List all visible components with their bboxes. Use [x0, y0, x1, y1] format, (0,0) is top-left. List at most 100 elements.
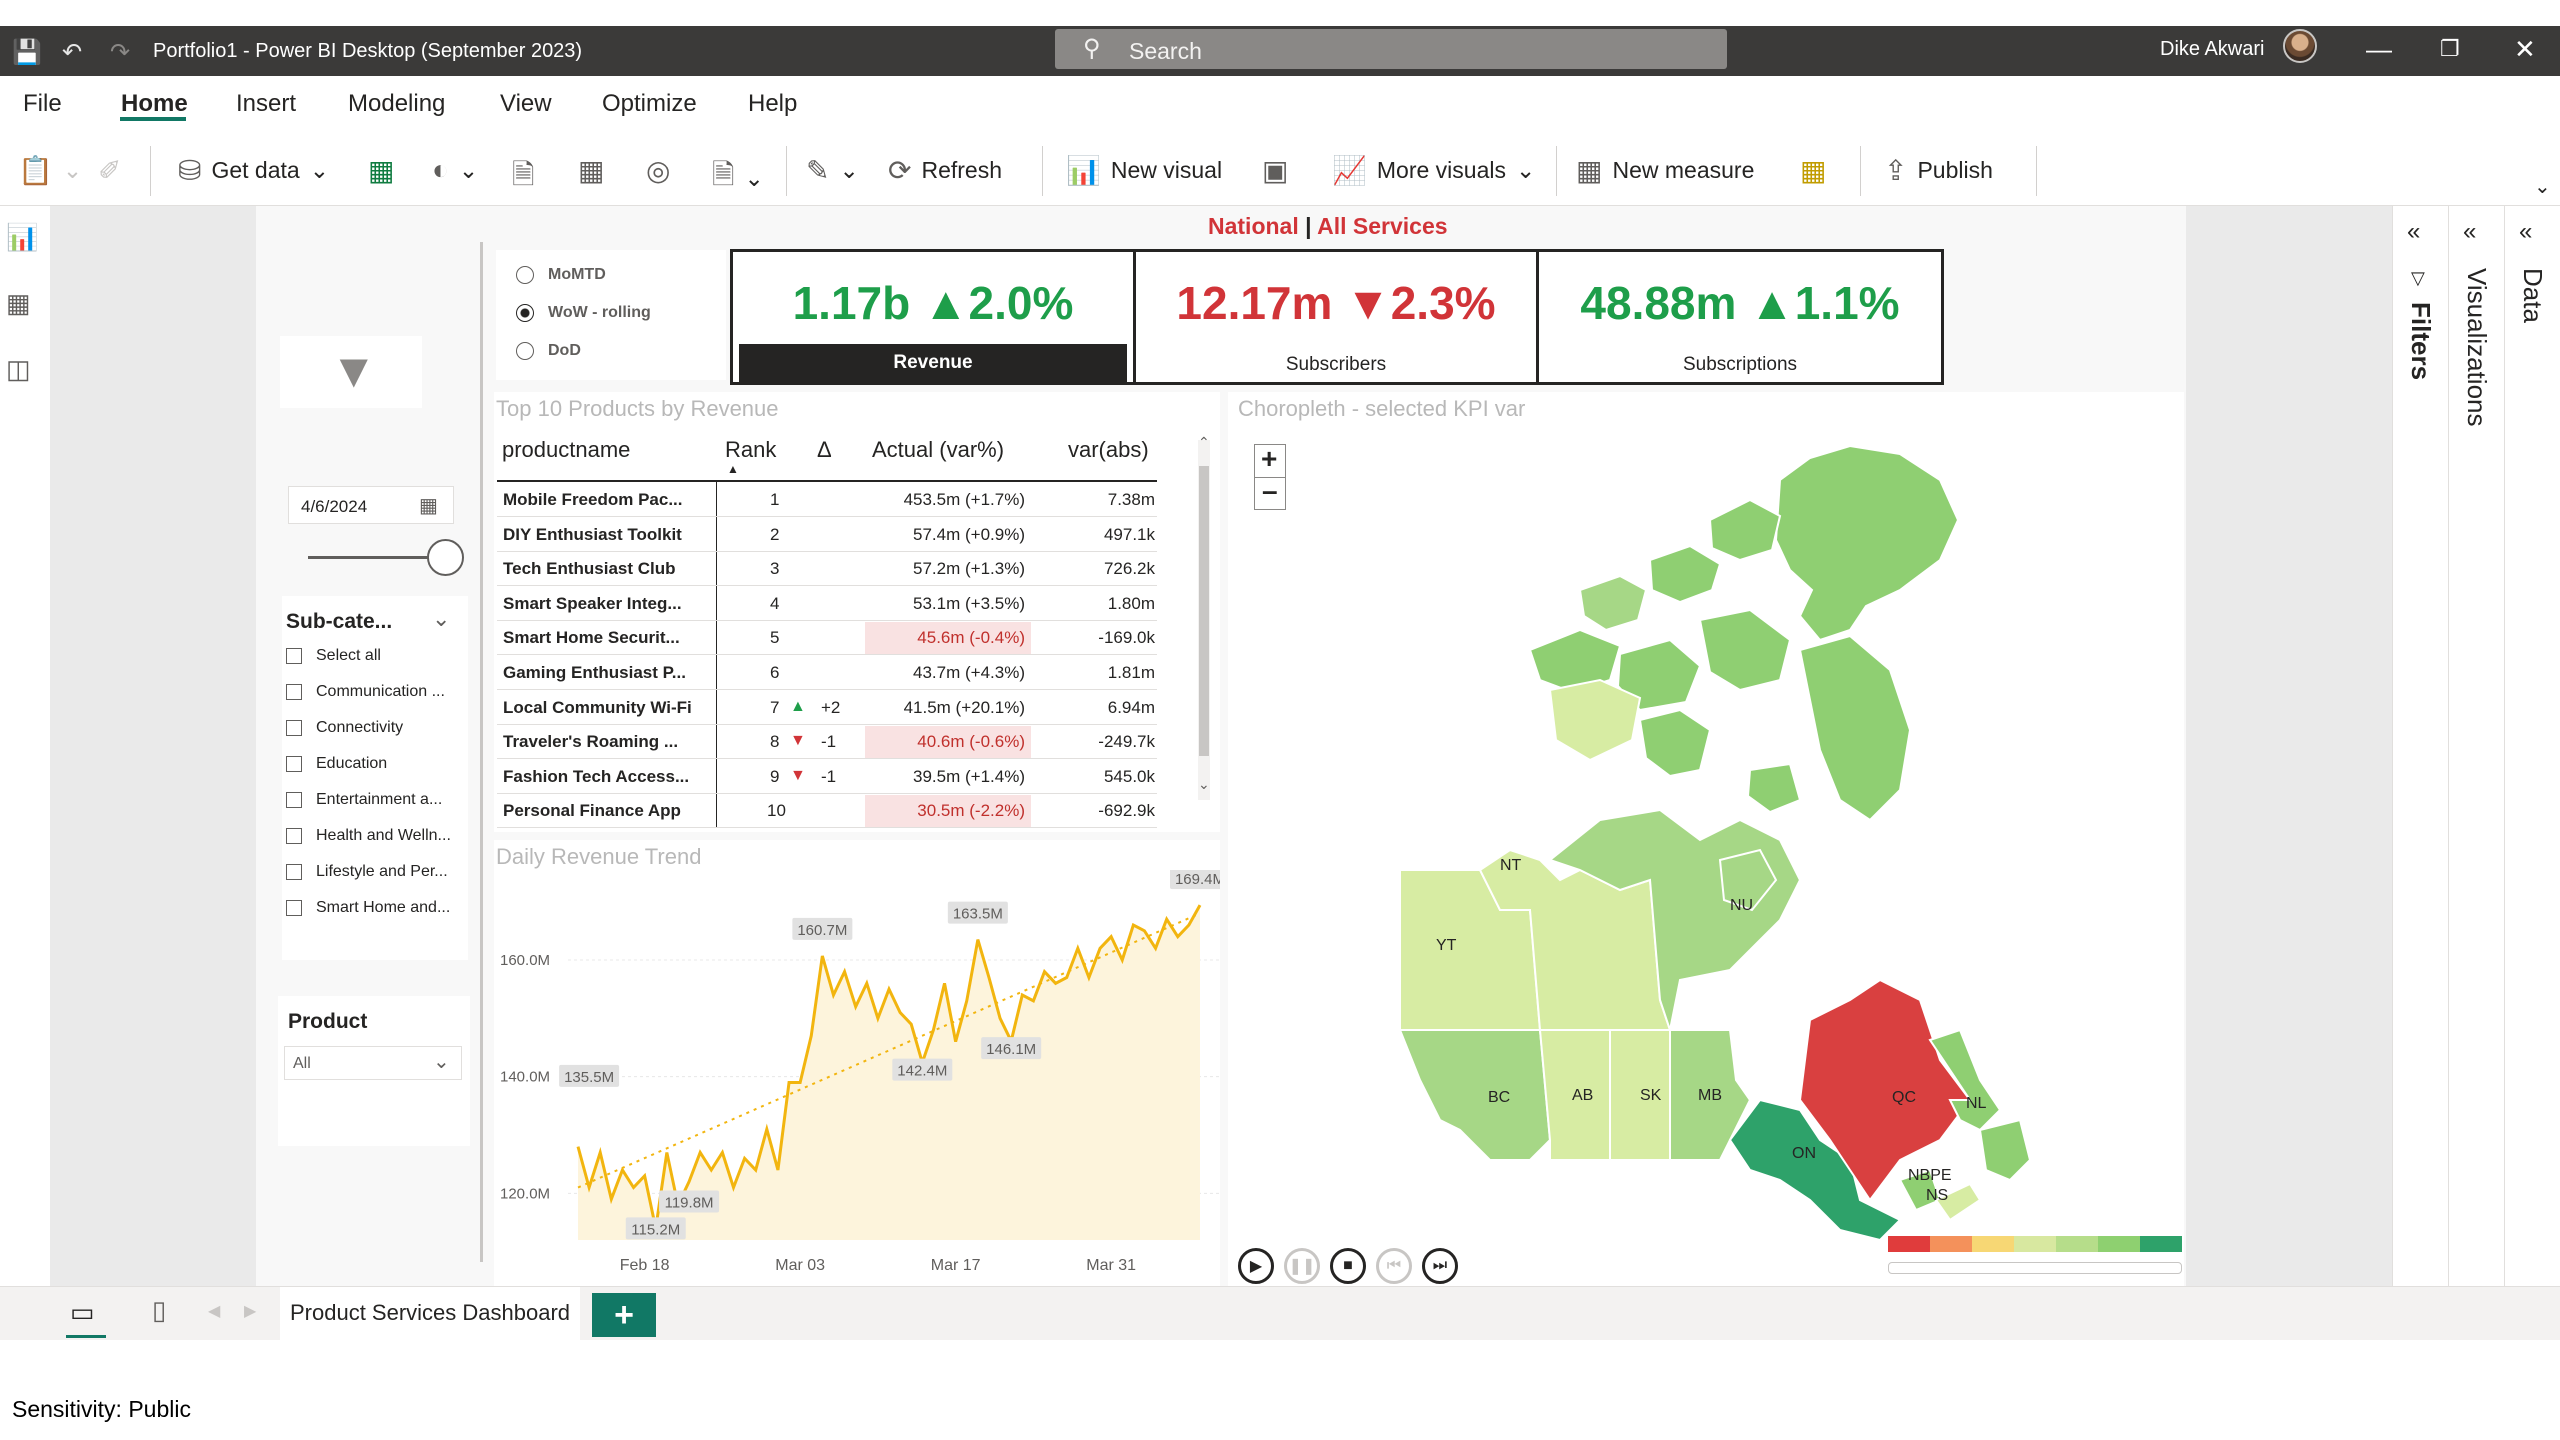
visualizations-pane[interactable]: « Visualizations [2448, 206, 2504, 1286]
table-row[interactable]: Traveler's Roaming ... 8 ▼ -1 40.6m (-0.6%) -… [497, 725, 1197, 760]
model-view-icon[interactable]: ◫ [6, 354, 31, 385]
expand-filters-icon[interactable]: « [2407, 218, 2420, 246]
date-slider-track[interactable] [308, 556, 438, 559]
subcategory-option[interactable]: Lifestyle and Per... [316, 863, 448, 881]
chevron-down-icon[interactable]: ⌄ [432, 606, 450, 632]
menu-home[interactable]: Home [121, 90, 188, 118]
menu-insert[interactable]: Insert [236, 90, 296, 118]
trend-chart[interactable]: 160.0M 140.0M 120.0M Feb 18 Mar 03 Mar 17 Mar … [494, 870, 1220, 1286]
menu-file[interactable]: File [23, 90, 62, 118]
format-painter-button[interactable]: ✐ [98, 154, 121, 187]
menu-help[interactable]: Help [748, 90, 797, 118]
radio-dod[interactable] [516, 342, 534, 360]
filters-pane[interactable]: « ▽ Filters [2392, 206, 2448, 1286]
filters-label[interactable]: Filters [2405, 302, 2436, 380]
menu-optimize[interactable]: Optimize [602, 90, 697, 118]
subcategory-option[interactable]: Connectivity [316, 719, 403, 737]
subcategory-option[interactable]: Education [316, 755, 387, 773]
add-page-button[interactable]: + [592, 1293, 656, 1337]
checkbox[interactable] [286, 648, 302, 664]
checkbox[interactable] [286, 900, 302, 916]
checkbox[interactable] [286, 720, 302, 736]
dataverse-button[interactable]: ◐ ⌄ [432, 154, 478, 186]
calendar-icon[interactable]: ▦ [419, 493, 438, 518]
page-prev-icon[interactable]: ◀ [208, 1301, 220, 1321]
kpi-card-subscribers[interactable]: 12.17m ▼2.3% Subscribers [1133, 249, 1539, 385]
paste-button[interactable]: 📋 ⌄ [18, 154, 82, 187]
table-row[interactable]: Gaming Enthusiast P... 6 43.7m (+4.3%) 1.81… [497, 656, 1197, 690]
quick-measure-button[interactable]: ▦ [1800, 154, 1826, 187]
page-next-icon[interactable]: ▶ [244, 1301, 256, 1321]
column-header[interactable]: Δ [817, 437, 832, 463]
column-header[interactable]: var(abs) [1068, 437, 1149, 463]
kpi-card-subscriptions[interactable]: 48.88m ▲1.1% Subscriptions [1536, 249, 1944, 385]
more-visuals-button[interactable]: 📈 More visuals ⌄ [1332, 154, 1535, 187]
report-view-icon[interactable]: 📊 [6, 222, 38, 253]
table-row[interactable]: Fashion Tech Access... 9 ▼ -1 39.5m (+1.4%) 5… [497, 760, 1197, 794]
date-slider-handle[interactable] [427, 539, 464, 576]
radio-label[interactable]: WoW - rolling [548, 304, 651, 322]
new-measure-button[interactable]: ▦ New measure [1576, 154, 1754, 187]
radio-label[interactable]: MoMTD [548, 266, 606, 284]
search-box[interactable]: ⚲ Search [1055, 29, 1727, 69]
scroll-down-icon[interactable]: ⌄ [1198, 776, 1210, 793]
text-box-button[interactable]: ▣ [1262, 154, 1288, 187]
checkbox[interactable] [286, 864, 302, 880]
redo-icon[interactable]: ↷ [110, 38, 130, 67]
subcategory-option[interactable]: Entertainment a... [316, 791, 442, 809]
table-scrollbar[interactable] [1198, 440, 1210, 800]
kpi-card-revenue[interactable]: 1.17b ▲2.0% Revenue [730, 249, 1136, 385]
publish-button[interactable]: ⇪ Publish [1884, 154, 1993, 187]
data-label[interactable]: Data [2517, 268, 2548, 323]
save-icon[interactable]: 💾 [12, 38, 42, 67]
radio-momtd[interactable] [516, 266, 534, 284]
pause-button[interactable]: ❚❚ [1284, 1248, 1320, 1284]
checkbox[interactable] [286, 828, 302, 844]
excel-button[interactable]: ▦ [368, 154, 394, 187]
visualizations-label[interactable]: Visualizations [2461, 268, 2492, 427]
stop-button[interactable]: ■ [1330, 1248, 1366, 1284]
scroll-up-icon[interactable]: ⌃ [1198, 434, 1210, 451]
column-header[interactable]: productname [502, 437, 630, 463]
column-header[interactable]: Actual (var%) [872, 437, 1004, 463]
legend-range-slider[interactable] [1888, 1262, 2182, 1274]
recent-sources-button[interactable]: ◎ [646, 154, 670, 187]
table-row[interactable]: Personal Finance App 10 30.5m (-2.2%) -692.… [497, 794, 1197, 829]
new-visual-button[interactable]: 📊 New visual [1066, 154, 1222, 187]
mobile-layout-icon[interactable]: ▯ [152, 1295, 166, 1326]
filter-button[interactable]: ▼ [280, 336, 422, 408]
table-row[interactable]: Mobile Freedom Pac... 1 453.5m (+1.7%) 7.38… [497, 483, 1197, 517]
avatar[interactable] [2283, 29, 2317, 63]
checkbox[interactable] [286, 684, 302, 700]
table-row[interactable]: Smart Home Securit... 5 45.6m (-0.4%) -169.… [497, 621, 1197, 656]
restore-icon[interactable]: ❐ [2440, 36, 2460, 62]
table-view-icon[interactable]: ▦ [6, 288, 31, 319]
subcategory-option[interactable]: Smart Home and... [316, 899, 450, 917]
table-row[interactable]: DIY Enthusiast Toolkit 2 57.4m (+0.9%) 497.… [497, 518, 1197, 552]
refresh-button[interactable]: ⟳ Refresh [888, 154, 1002, 187]
enter-data-button[interactable]: ▦ [578, 154, 604, 187]
table-row[interactable]: Local Community Wi-Fi 7 ▲ +2 41.5m (+20.1%) 6… [497, 691, 1197, 725]
sql-button[interactable]: 🗎 [512, 154, 535, 202]
menu-modeling[interactable]: Modeling [348, 90, 445, 118]
data-pane[interactable]: « Data [2504, 206, 2560, 1286]
radio-wow[interactable] [516, 304, 534, 322]
scrollbar-thumb[interactable] [1199, 466, 1209, 756]
zoom-in-icon[interactable]: + [1261, 443, 1277, 475]
expand-visualizations-icon[interactable]: « [2463, 218, 2476, 246]
previous-button[interactable]: ⏮ [1376, 1248, 1412, 1284]
column-header[interactable]: Rank [725, 437, 776, 463]
product-dropdown[interactable]: All ⌄ [284, 1046, 462, 1080]
collapse-ribbon-icon[interactable]: ⌄ [2534, 174, 2551, 199]
date-slicer-input[interactable]: 4/6/2024 ▦ [288, 486, 454, 524]
menu-view[interactable]: View [500, 90, 552, 118]
play-button[interactable]: ▶ [1238, 1248, 1274, 1284]
subcategory-option[interactable]: Select all [316, 647, 381, 665]
undo-icon[interactable]: ↶ [62, 38, 82, 67]
next-button[interactable]: ⏭ [1422, 1248, 1458, 1284]
checkbox[interactable] [286, 756, 302, 772]
close-icon[interactable]: ✕ [2514, 34, 2536, 65]
subcategory-option[interactable]: Communication ... [316, 683, 445, 701]
minimize-icon[interactable]: — [2366, 34, 2392, 65]
get-data-button[interactable]: ⛁ Get data ⌄ [178, 154, 329, 187]
